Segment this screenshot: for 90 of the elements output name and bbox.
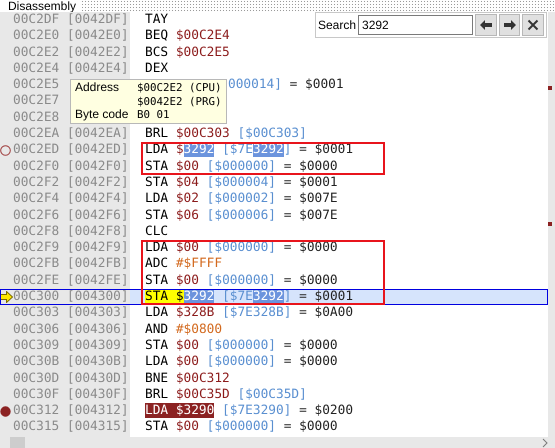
code-line: DEX [145, 60, 168, 78]
code-line: STA $00 [$000000] = $0000 [145, 272, 338, 290]
offset-text: [00430F] [66, 386, 129, 404]
address-text: 00C30B [13, 354, 60, 371]
code-line: ADC #$FFFF [145, 256, 222, 273]
code-line: BNE $00C312 [145, 370, 230, 387]
code-line: LDA $00 [$000000] = $0000 [145, 354, 338, 371]
code-line: STA $00 [$000000] = $0000 [145, 158, 338, 175]
offset-text: [0042F9] [66, 240, 129, 256]
search-field[interactable]: 3292 [358, 15, 474, 35]
offset-text: [0042E0] [66, 28, 129, 45]
address-text: 00C309 [13, 338, 60, 354]
address-text: 00C2DF [13, 12, 60, 28]
next-button[interactable] [498, 14, 520, 36]
code-line: BEQ $00C2E4 [145, 28, 230, 45]
code-line: STA $04 [$000004] = $0001 [145, 174, 338, 192]
address-text: 00C312 [13, 403, 60, 420]
address-text: 00C2F2 [13, 174, 60, 192]
offset-text: [004306] [66, 322, 129, 338]
code-line: STA $06 [$000006] = $007E [145, 208, 338, 224]
address-text: 00C2E4 [13, 60, 60, 78]
tooltip-value: $00C2E2 (CPU) [137, 81, 223, 94]
address-text: 00C306 [13, 322, 60, 338]
offset-text: [004303] [66, 305, 129, 322]
address-text: 00C30F [13, 386, 60, 404]
code-line: STA $00 [$000000] = $0000 [145, 419, 338, 436]
code-line: LDA $3290 [$7E3290] = $0200 [145, 403, 354, 420]
address-text: 00C2E5 [13, 77, 60, 94]
offset-text: [0042F2] [66, 174, 129, 192]
code-line: TAY [145, 12, 168, 28]
tooltip-value: $0042E2 (PRG) [137, 94, 223, 108]
offset-text: [0042EA] [66, 126, 129, 142]
address-text: 00C2E7 [13, 93, 60, 110]
offset-text: [0042E2] [66, 44, 129, 61]
code-line: AND #$0800 [145, 322, 222, 338]
arrow-icon [0, 291, 13, 304]
offset-text: [0042F6] [66, 208, 129, 224]
offset-text: [0042FE] [66, 272, 129, 290]
offset-text: [004312] [66, 403, 129, 420]
offset-text: [00430B] [66, 354, 129, 371]
address-text: 00C2E8 [13, 110, 60, 126]
panel-title: Disassembly [0, 0, 80, 12]
code-line: BCS $00C2E5 [145, 44, 230, 61]
code-line: BRL $00C35D [$00C35D] [145, 386, 307, 404]
code-line: BRL $00C303 [$00C303] [145, 126, 307, 142]
tooltip-value: B0 01 [137, 108, 171, 122]
code-line: STA $00 [$000000] = $0000 [145, 338, 338, 354]
code-line: STA $3292 [$7E3292] = $0001 [145, 289, 354, 306]
address-text: 00C2F4 [13, 191, 60, 208]
address-text: 00C30D [13, 370, 60, 387]
chevron-right-icon [541, 438, 549, 448]
close-icon [526, 19, 540, 31]
address-text: 00C2F6 [13, 208, 60, 224]
scrollbar-thumb[interactable] [10, 437, 25, 448]
offset-text: [0042E4] [66, 60, 129, 78]
offset-text: [00430D] [66, 370, 129, 387]
address-text: 00C303 [13, 305, 60, 322]
offset-text: [0042DF] [66, 12, 129, 28]
offset-text: [004300] [66, 289, 129, 306]
code-line: CLC [145, 224, 168, 240]
address-text: 00C315 [13, 419, 60, 436]
address-text: 00C2F8 [13, 224, 60, 240]
close-button[interactable] [522, 14, 544, 36]
code-line: LDA $328B [$7E328B] = $0A00 [145, 305, 354, 322]
arrow-right-icon [502, 19, 517, 31]
arrow-left-icon [478, 19, 493, 31]
address-text: 00C2FB [13, 256, 60, 273]
code-line: LDA $00 [$000000] = $0000 [145, 240, 338, 256]
address-text: 00C2F0 [13, 158, 60, 175]
address-text: 00C2EA [13, 126, 60, 142]
previous-button[interactable] [475, 14, 497, 36]
address-text: 00C300 [13, 289, 60, 306]
address-text: 00C2E0 [13, 28, 60, 45]
address-text: 00C2ED [13, 142, 60, 159]
offset-text: [0042FB] [66, 256, 129, 273]
address-text: 00C2FE [13, 272, 60, 290]
offset-text: [0042F4] [66, 191, 129, 208]
offset-text: [0042F8] [66, 224, 129, 240]
offset-text: [0042F0] [66, 158, 129, 175]
offset-text: [004315] [66, 419, 129, 436]
offset-text: [004309] [66, 338, 129, 354]
tooltip-label: Byte code [75, 108, 130, 122]
address-text: 00C2E2 [13, 44, 60, 61]
offset-text: [0042ED] [66, 142, 129, 159]
search-label: Search [318, 18, 356, 32]
tooltip-label: Address [75, 81, 120, 94]
code-line: 000014] = $0001 [228, 77, 344, 94]
current-line-highlight[interactable]: 00C300 [004300] STA $3292 [$7E3292] = $0001 [0, 289, 548, 306]
address-text: 00C2F9 [13, 240, 60, 256]
code-line: LDA $02 [$000002] = $007E [145, 191, 338, 208]
